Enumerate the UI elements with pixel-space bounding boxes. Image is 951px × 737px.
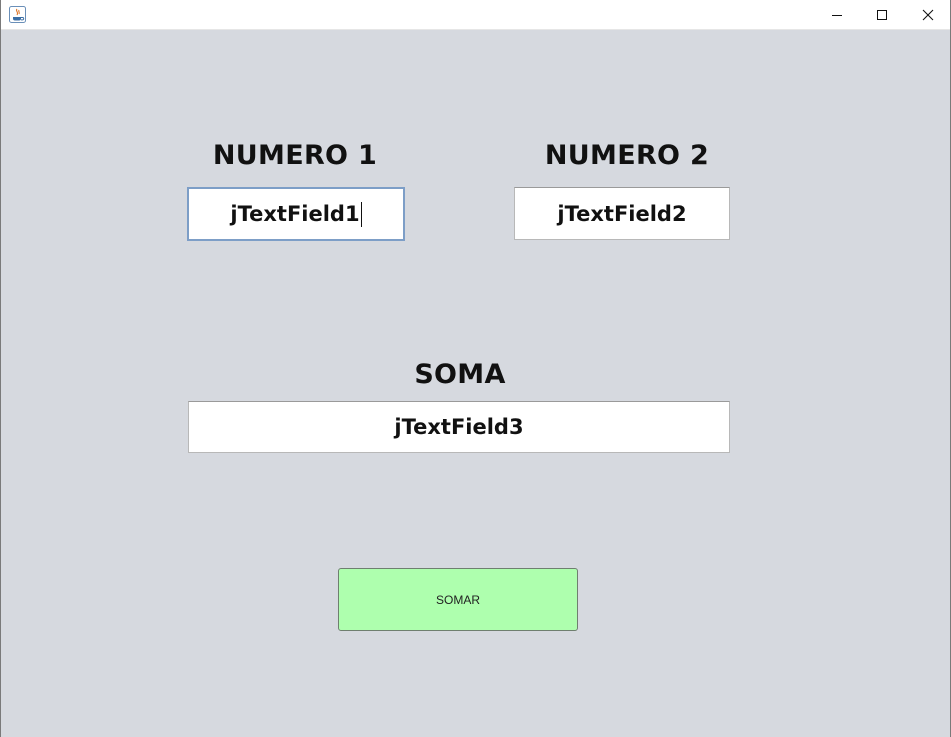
close-icon [922,9,934,20]
java-app-icon [9,6,26,23]
somar-button-label: SOMAR [435,592,480,607]
numero2-input[interactable]: jTextField2 [514,187,730,240]
close-button[interactable] [905,0,951,29]
soma-output-field[interactable]: jTextField3 [188,401,730,453]
soma-label: SOMA [414,359,506,390]
soma-output-value: jTextField3 [394,415,524,439]
somar-button[interactable]: SOMAR [338,568,578,631]
maximize-button[interactable] [859,0,905,29]
numero1-input-value: jTextField1 [230,202,360,226]
numero1-label: NUMERO 1 [212,140,378,171]
minimize-button[interactable] [814,0,860,29]
minimize-icon [832,14,842,16]
text-caret [360,201,362,227]
numero2-input-value: jTextField2 [557,201,687,226]
numero2-label: NUMERO 2 [544,140,710,171]
title-bar[interactable] [1,0,950,30]
numero1-input[interactable]: jTextField1 [187,187,405,241]
maximize-icon [877,9,887,20]
app-window: NUMERO 1 NUMERO 2 jTextField1 jTextField… [0,0,951,737]
